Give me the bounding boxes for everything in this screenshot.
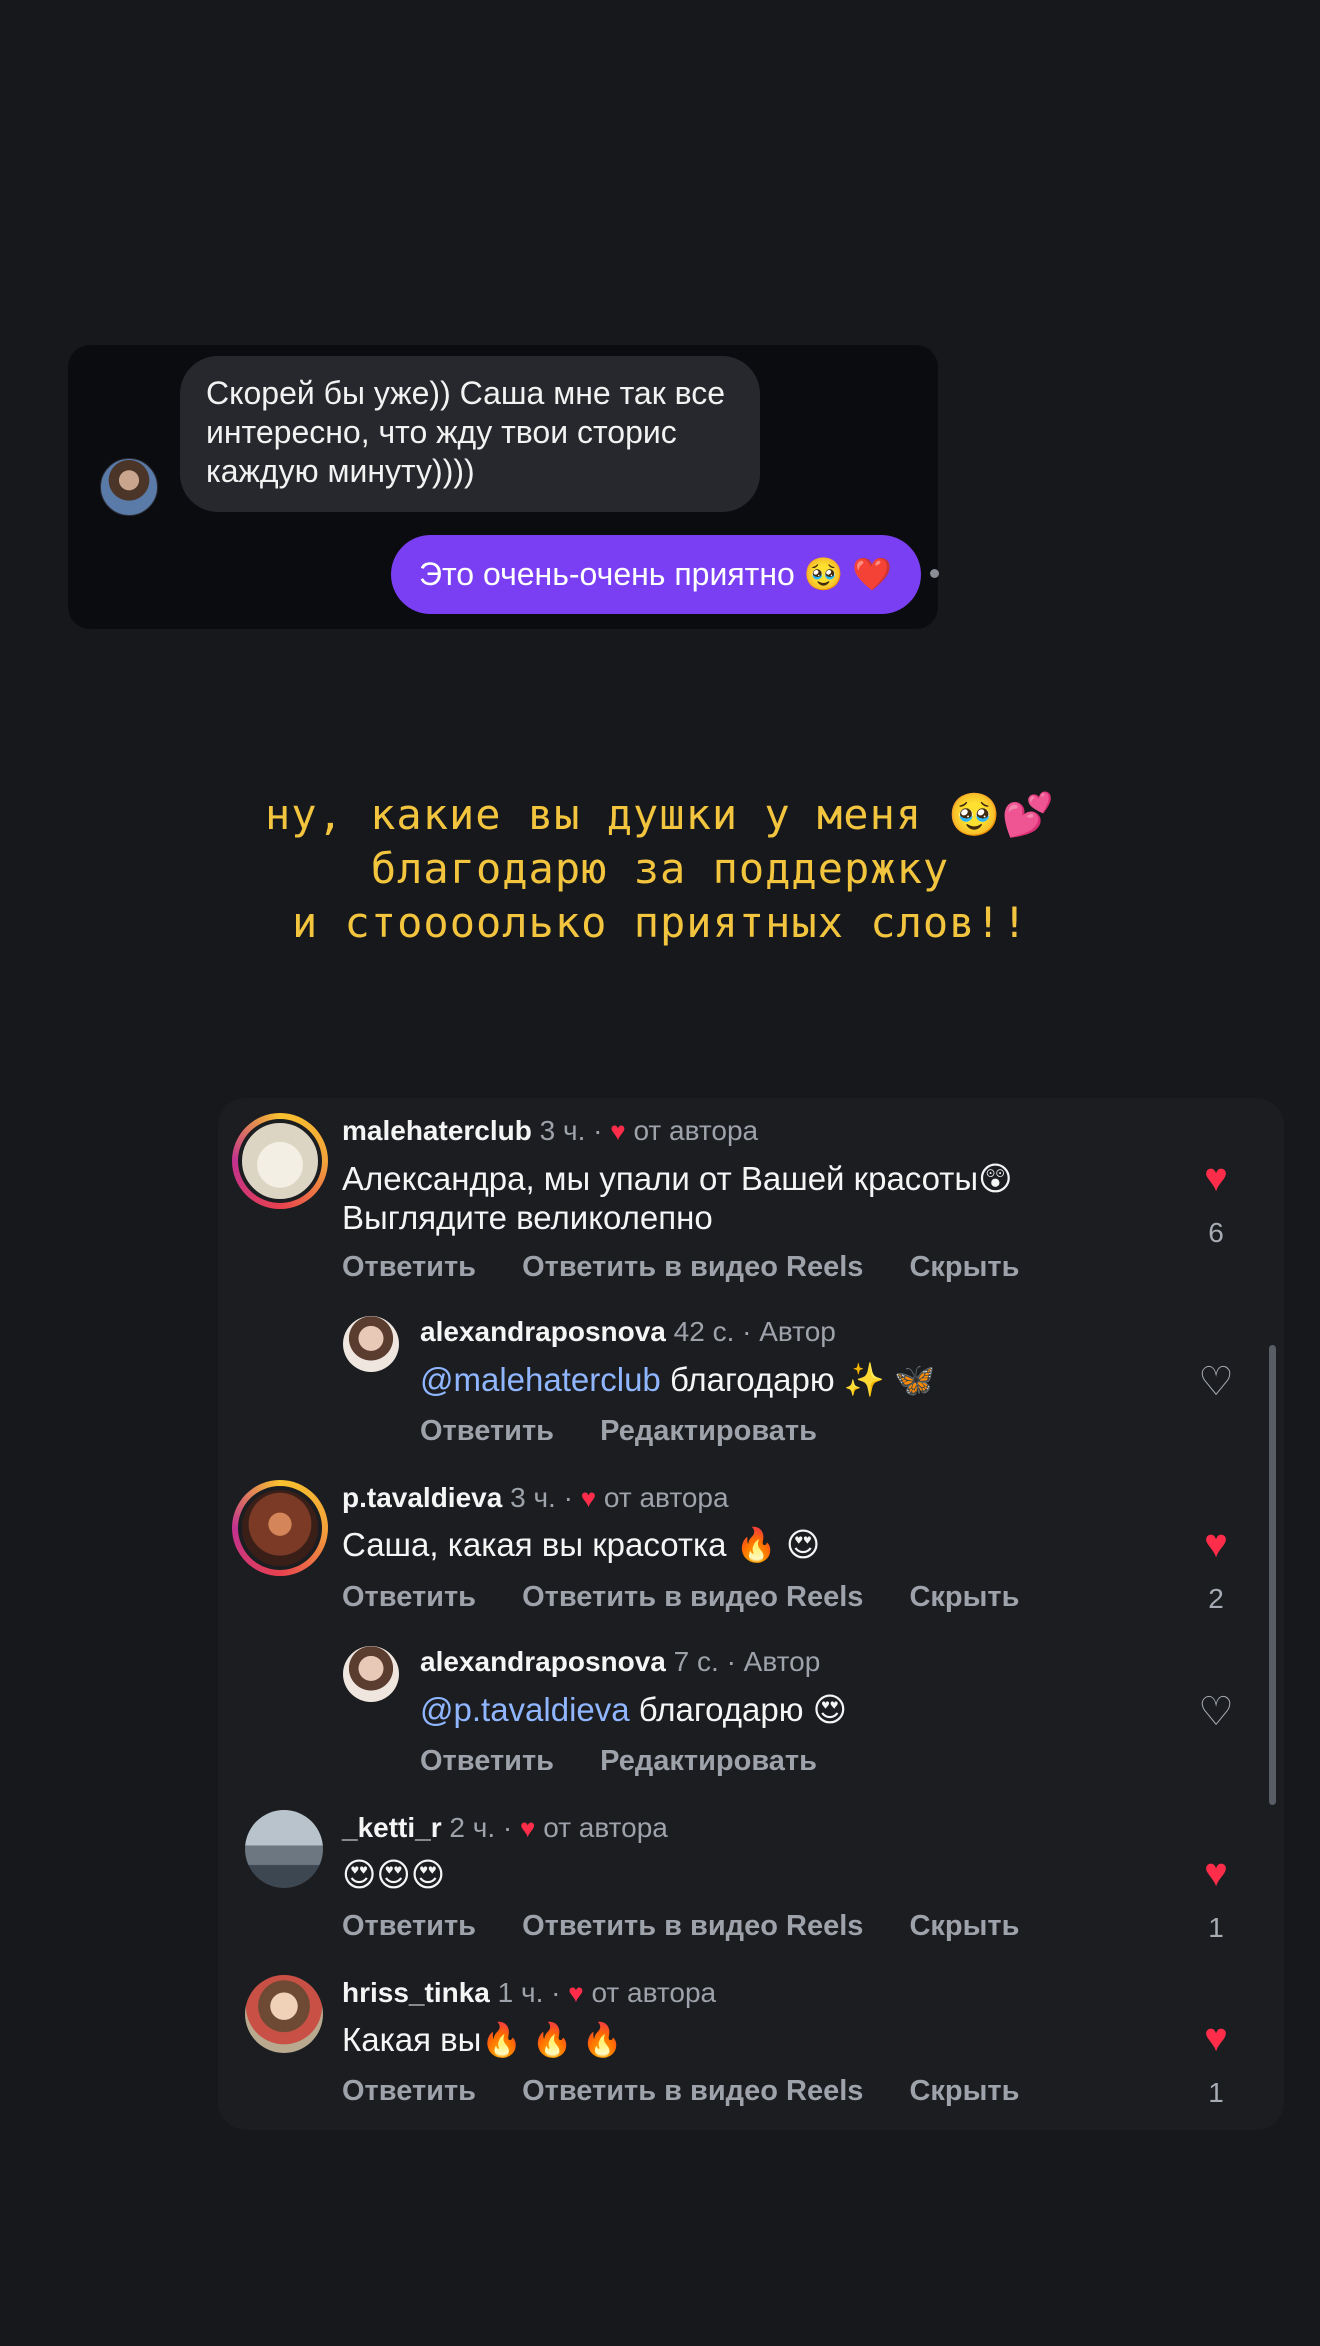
- like-control[interactable]: ♥ 6: [1186, 1158, 1246, 1250]
- avatar-hriss-tinka[interactable]: [245, 1975, 323, 2053]
- mention-link[interactable]: @malehaterclub: [420, 1361, 661, 1398]
- like-control[interactable]: ♥ 1: [1186, 1853, 1246, 1945]
- caption-line-2: благодарю за поддержку: [370, 844, 950, 893]
- author-like-heart-icon: ♥: [580, 1483, 597, 1513]
- reply-reels-button[interactable]: Ответить в видео Reels: [522, 1251, 863, 1283]
- author-like-heart-icon: ♥: [520, 1813, 536, 1843]
- comment-actions: Ответить Ответить в видео Reels Скрыть: [342, 1580, 1057, 1614]
- author-like-label: от автора: [591, 1977, 717, 2008]
- comment-text: Какая вы🔥 🔥 🔥: [342, 2021, 623, 2058]
- like-control[interactable]: ♡: [1186, 1362, 1246, 1402]
- reply-reels-button[interactable]: Ответить в видео Reels: [522, 2075, 863, 2107]
- comment-meta: p.tavaldieva 3 ч. · ♥ от автора: [342, 1481, 729, 1515]
- like-count: 1: [1208, 1912, 1224, 1943]
- avatar-alexandraposnova[interactable]: [343, 1646, 399, 1702]
- like-heart-outline-icon[interactable]: ♡: [1198, 1360, 1234, 1404]
- like-heart-icon[interactable]: ♥: [1204, 1522, 1228, 1566]
- dm-outgoing-message: Это очень-очень приятно 🥹 ❤️: [391, 535, 921, 614]
- reply-time: 7 с. · Автор: [673, 1646, 821, 1677]
- comment-time: 2 ч. ·: [449, 1812, 513, 1843]
- comment-meta: malehaterclub 3 ч. · ♥ от автора: [342, 1114, 758, 1148]
- reply-actions: Ответить Редактировать: [420, 1414, 855, 1448]
- like-count: 2: [1208, 1583, 1224, 1614]
- comment-text: Саша, какая вы красотка 🔥 😍: [342, 1526, 821, 1563]
- like-count: 1: [1208, 2077, 1224, 2108]
- comment-text-line: Александра, мы упали от Вашей красоты😲: [342, 1160, 1013, 1197]
- reply-meta: alexandraposnova 7 с. · Автор: [420, 1645, 820, 1679]
- author-like-heart-icon: ♥: [568, 1978, 584, 2008]
- dm-sender-avatar: [100, 458, 158, 516]
- like-heart-icon[interactable]: ♥: [1204, 2016, 1228, 2060]
- comment-actions: Ответить Ответить в видео Reels Скрыть: [342, 2074, 1057, 2108]
- story-caption: ну, какие вы душки у меня 🥹💕 благодарю з…: [0, 788, 1320, 950]
- comment-actions: Ответить Ответить в видео Reels Скрыть: [342, 1250, 1057, 1284]
- hide-button[interactable]: Скрыть: [909, 1251, 1019, 1283]
- comment-text: Александра, мы упали от Вашей красоты😲 В…: [342, 1159, 1013, 1237]
- comment-meta: hriss_tinka 1 ч. · ♥ от автора: [342, 1976, 716, 2010]
- comment-actions: Ответить Ответить в видео Reels Скрыть: [342, 1909, 1057, 1943]
- comment-username[interactable]: p.tavaldieva: [342, 1482, 502, 1513]
- comment-time: 3 ч. ·: [510, 1482, 573, 1513]
- reply-text-content: благодарю ✨ 🦋: [660, 1361, 936, 1398]
- comment-meta: _ketti_r 2 ч. · ♥ от автора: [342, 1811, 668, 1845]
- mention-link[interactable]: @p.tavaldieva: [420, 1691, 630, 1728]
- comment-time: 3 ч. ·: [539, 1115, 603, 1146]
- caption-line-1: ну, какие вы душки у меня 🥹💕: [264, 790, 1056, 839]
- reply-button[interactable]: Ответить: [420, 1745, 554, 1777]
- avatar-ketti-r[interactable]: [245, 1810, 323, 1888]
- edit-button[interactable]: Редактировать: [600, 1745, 817, 1777]
- like-heart-outline-icon[interactable]: ♡: [1198, 1690, 1234, 1734]
- comment-text-line: Выглядите великолепно: [342, 1199, 713, 1236]
- reply-text: @malehaterclub благодарю ✨ 🦋: [420, 1360, 935, 1399]
- avatar-malehaterclub[interactable]: [232, 1113, 328, 1209]
- comment-username[interactable]: hriss_tinka: [342, 1977, 490, 2008]
- reply-reels-button[interactable]: Ответить в видео Reels: [522, 1581, 863, 1613]
- like-control[interactable]: ♥ 1: [1186, 2018, 1246, 2110]
- author-like-label: от автора: [603, 1482, 729, 1513]
- dm-seen-indicator: [930, 569, 939, 578]
- reply-username[interactable]: alexandraposnova: [420, 1316, 666, 1347]
- author-like-heart-icon: ♥: [610, 1116, 626, 1146]
- reply-meta: alexandraposnova 42 с. · Автор: [420, 1315, 836, 1349]
- comment-time: 1 ч. ·: [497, 1977, 561, 2008]
- like-control[interactable]: ♡: [1186, 1692, 1246, 1732]
- hide-button[interactable]: Скрыть: [909, 2075, 1019, 2107]
- reply-button[interactable]: Ответить: [342, 1910, 476, 1942]
- reply-actions: Ответить Редактировать: [420, 1744, 855, 1778]
- like-control[interactable]: ♥ 2: [1186, 1524, 1246, 1616]
- reply-button[interactable]: Ответить: [342, 2075, 476, 2107]
- avatar-alexandraposnova[interactable]: [343, 1316, 399, 1372]
- reply-button[interactable]: Ответить: [420, 1415, 554, 1447]
- reply-button[interactable]: Ответить: [342, 1581, 476, 1613]
- hide-button[interactable]: Скрыть: [909, 1581, 1019, 1613]
- comment-username[interactable]: _ketti_r: [342, 1812, 442, 1843]
- comment-text: 😍😍😍: [342, 1856, 446, 1893]
- reply-button[interactable]: Ответить: [342, 1251, 476, 1283]
- caption-line-3: и стоооолько приятных слов!!: [291, 898, 1028, 947]
- author-like-label: от автора: [633, 1115, 759, 1146]
- reply-reels-button[interactable]: Ответить в видео Reels: [522, 1910, 863, 1942]
- hide-button[interactable]: Скрыть: [909, 1910, 1019, 1942]
- reply-time: 42 с. · Автор: [673, 1316, 836, 1347]
- like-count: 6: [1208, 1217, 1224, 1248]
- edit-button[interactable]: Редактировать: [600, 1415, 817, 1447]
- reply-username[interactable]: alexandraposnova: [420, 1646, 666, 1677]
- author-like-label: от автора: [543, 1812, 668, 1843]
- avatar-p-tavaldieva[interactable]: [232, 1480, 328, 1576]
- comment-username[interactable]: malehaterclub: [342, 1115, 532, 1146]
- reply-text-content: благодарю 😍: [629, 1691, 848, 1728]
- reply-text: @p.tavaldieva благодарю 😍: [420, 1690, 847, 1729]
- like-heart-icon[interactable]: ♥: [1204, 1156, 1228, 1200]
- like-heart-icon[interactable]: ♥: [1204, 1851, 1228, 1895]
- dm-incoming-message: Скорей бы уже)) Саша мне так все интерес…: [180, 356, 760, 512]
- comments-scrollbar[interactable]: [1269, 1345, 1276, 1805]
